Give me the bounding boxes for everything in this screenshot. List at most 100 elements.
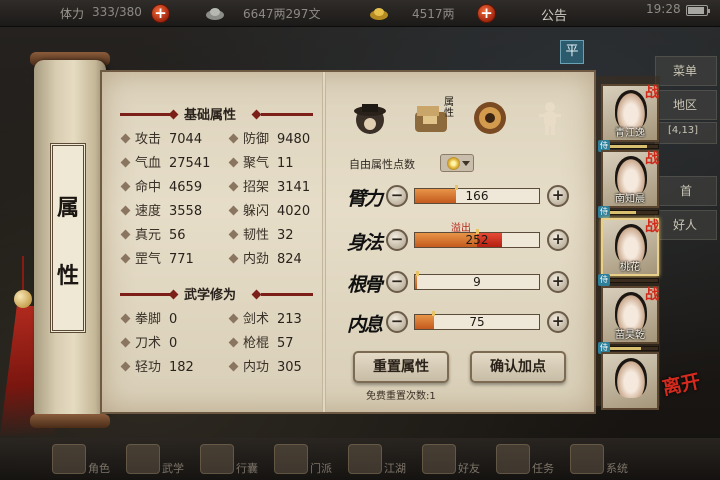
- scroll-cap-bottom: [30, 414, 110, 428]
- attr-label: 臂力: [347, 188, 383, 210]
- dock-button[interactable]: [274, 444, 308, 474]
- dock-button[interactable]: [422, 444, 456, 474]
- dock-button[interactable]: [52, 444, 86, 474]
- confirm-points-button[interactable]: 确认加点: [470, 351, 566, 383]
- stat-label: 速度: [135, 204, 162, 219]
- basic-stat: 真元 56: [120, 224, 186, 243]
- stat-value: 305: [277, 360, 302, 375]
- figure-icon[interactable]: [530, 98, 570, 138]
- diamond-bullet-icon: [120, 181, 131, 192]
- attr-label: 内息: [347, 314, 383, 336]
- stat-label: 气血: [135, 156, 162, 171]
- silver-ingot-icon: [206, 8, 224, 20]
- character-card[interactable]: [601, 352, 659, 410]
- reset-attributes-button[interactable]: 重置属性: [353, 351, 449, 383]
- stat-value: 27541: [169, 156, 211, 171]
- battery-icon: [686, 5, 710, 16]
- increase-button[interactable]: +: [547, 311, 569, 333]
- diamond-bullet-icon: [228, 133, 239, 144]
- stat-label: 刀术: [135, 336, 162, 351]
- diamond-bullet-icon: [228, 205, 239, 216]
- chevron-down-icon: [462, 161, 470, 166]
- stat-label: 躲闪: [243, 204, 270, 219]
- martial-stat: 轻功 182: [120, 356, 194, 375]
- add-gold-button[interactable]: +: [477, 4, 496, 23]
- diamond-bullet-icon: [228, 361, 239, 372]
- attr-progress-bar: 166: [414, 185, 540, 204]
- increase-button[interactable]: +: [547, 229, 569, 251]
- decrease-button[interactable]: −: [386, 311, 408, 333]
- diamond-bullet-icon: [120, 337, 131, 348]
- basic-attributes-heading: 基础属性: [184, 108, 237, 123]
- character-name: 苗昊乾: [615, 330, 645, 341]
- stat-label: 防御: [243, 132, 270, 147]
- stamina-label: 体力: [60, 7, 85, 21]
- stat-value: 32: [277, 228, 294, 243]
- basic-stat: 躲闪 4020: [228, 200, 310, 219]
- basic-stat: 防御 9480: [228, 128, 310, 147]
- gold-ingot-icon: [370, 8, 388, 20]
- dock-button[interactable]: [570, 444, 604, 474]
- stat-value: 3141: [277, 180, 311, 195]
- basic-stat: 命中 4659: [120, 176, 202, 195]
- basic-heading-line-right: [261, 113, 313, 116]
- notice-button[interactable]: 公告: [541, 5, 567, 24]
- scene-label-menu[interactable]: 菜单: [673, 62, 697, 79]
- martial-stat: 剑术 213: [228, 308, 302, 327]
- diamond-bullet-icon: [120, 313, 131, 324]
- increase-button[interactable]: +: [547, 271, 569, 293]
- battle-tag: 战: [645, 85, 659, 101]
- dock-button[interactable]: [200, 444, 234, 474]
- add-stamina-button[interactable]: +: [151, 4, 170, 23]
- stat-value: 771: [169, 252, 194, 267]
- stat-value: 824: [277, 252, 302, 267]
- stat-value: 7044: [169, 132, 203, 147]
- free-points-dropdown[interactable]: [440, 154, 474, 172]
- stat-label: 攻击: [135, 132, 162, 147]
- diamond-bullet-icon: [120, 253, 131, 264]
- panel-divider: [322, 72, 326, 412]
- stat-label: 剑术: [243, 312, 270, 327]
- stat-label: 招架: [243, 180, 270, 195]
- dock-label: 任务: [532, 462, 554, 475]
- diamond-bullet-icon: [120, 229, 131, 240]
- scene-label-area[interactable]: 地区: [673, 96, 697, 113]
- dock-label: 江湖: [384, 462, 406, 475]
- attr-label: 身法: [347, 232, 383, 254]
- free-reset-count: 免费重置次数:1: [366, 391, 436, 402]
- attr-value: 75: [469, 315, 485, 329]
- martial-heading: 武学修为: [184, 288, 237, 303]
- increase-button[interactable]: +: [547, 185, 569, 207]
- battle-tag: 战: [645, 219, 659, 235]
- dock-label: 行囊: [236, 462, 258, 475]
- category-active-label: 属性: [444, 97, 454, 119]
- basic-stat: 速度 3558: [120, 200, 202, 219]
- dock-label: 角色: [88, 462, 110, 475]
- stat-value: 213: [277, 312, 302, 327]
- scene-label-good[interactable]: 好人: [673, 216, 697, 233]
- hat-icon[interactable]: [350, 98, 390, 138]
- decrease-button[interactable]: −: [386, 271, 408, 293]
- wheel-icon[interactable]: [470, 98, 510, 138]
- decrease-button[interactable]: −: [386, 185, 408, 207]
- basic-heading-line-left: [120, 113, 172, 116]
- basic-stat: 攻击 7044: [120, 128, 203, 147]
- basic-stat: 罡气 771: [120, 248, 194, 267]
- stat-label: 枪棍: [243, 336, 270, 351]
- dock-button[interactable]: [348, 444, 382, 474]
- scene-label-first[interactable]: 首: [680, 182, 692, 199]
- dock-button[interactable]: [496, 444, 530, 474]
- attr-progress-bar: 75: [414, 311, 540, 330]
- diamond-bullet-icon: [120, 133, 131, 144]
- attendant-tag: 侍: [598, 206, 610, 218]
- decrease-button[interactable]: −: [386, 229, 408, 251]
- dock-label: 门派: [310, 462, 332, 475]
- dock-label: 系统: [606, 462, 628, 475]
- diamond-bullet-icon: [228, 157, 239, 168]
- stat-value: 0: [169, 336, 178, 351]
- stat-value: 56: [169, 228, 186, 243]
- scene-menu-toggle[interactable]: 平: [560, 40, 584, 64]
- stat-label: 真元: [135, 228, 162, 243]
- dock-button[interactable]: [126, 444, 160, 474]
- stat-label: 命中: [135, 180, 162, 195]
